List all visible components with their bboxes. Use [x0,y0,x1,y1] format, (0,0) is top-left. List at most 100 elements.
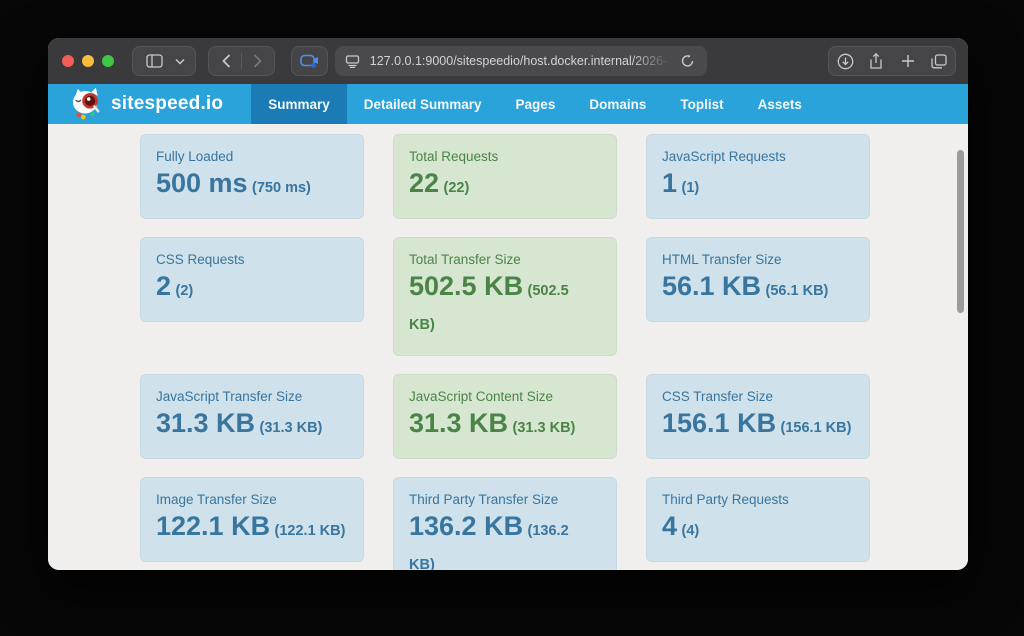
metric-card: Third Party Requests 4 (4) [646,477,870,562]
browser-titlebar: 127.0.0.1:9000/sitespeedio/host.docker.i… [48,38,968,84]
metric-value-primary: 502.5 KB [409,271,523,301]
metric-value-secondary: (1) [681,180,699,196]
metric-value-primary: 156.1 KB [662,408,776,438]
brand[interactable]: sitespeed.io [48,84,237,124]
tab-summary[interactable]: Summary [251,84,347,124]
metric-value: 56.1 KB (56.1 KB) [662,270,854,308]
metric-label: CSS Requests [156,252,348,267]
window-controls [62,55,114,67]
metric-card: JavaScript Transfer Size 31.3 KB (31.3 K… [140,374,364,459]
metric-value: 122.1 KB (122.1 KB) [156,510,348,548]
sitespeed-mascot-icon [68,86,104,122]
reload-icon [681,54,694,68]
url-text: 127.0.0.1:9000/sitespeedio/host.docker.i… [360,54,677,68]
browser-window: 127.0.0.1:9000/sitespeedio/host.docker.i… [48,38,968,570]
metric-value-secondary: (750 ms) [252,180,311,196]
metric-value-secondary: (4) [681,523,699,539]
metric-label: Image Transfer Size [156,492,348,507]
metric-label: Third Party Requests [662,492,854,507]
metric-value: 31.3 KB (31.3 KB) [156,407,348,445]
metric-label: Third Party Transfer Size [409,492,601,507]
metric-cards: Fully Loaded 500 ms (750 ms) Total Reque… [48,124,968,570]
tab-assets[interactable]: Assets [741,84,819,124]
share-icon [869,53,883,70]
metric-value: 1 (1) [662,167,854,205]
new-tab-icon [901,54,915,68]
metric-value-primary: 31.3 KB [409,408,508,438]
tab-domains[interactable]: Domains [572,84,663,124]
metric-value: 136.2 KB (136.2 KB) [409,510,586,570]
forward-button[interactable] [242,47,272,75]
metric-card: Image Transfer Size 122.1 KB (122.1 KB) [140,477,364,562]
new-tab-button[interactable] [893,47,923,75]
tab-group-menu-button[interactable] [171,47,189,75]
downloads-button[interactable] [830,47,860,75]
metric-value: 31.3 KB (31.3 KB) [409,407,601,445]
history-nav-group [208,46,275,76]
metric-value: 502.5 KB (502.5 KB) [409,270,586,342]
metric-card: JavaScript Requests 1 (1) [646,134,870,219]
metric-label: Total Transfer Size [409,252,601,267]
metric-value-primary: 56.1 KB [662,271,761,301]
metric-card: CSS Requests 2 (2) [140,237,364,322]
extension-icon [300,54,319,69]
back-button[interactable] [211,47,241,75]
address-bar[interactable]: 127.0.0.1:9000/sitespeedio/host.docker.i… [335,46,707,76]
metric-card: Total Transfer Size 502.5 KB (502.5 KB) [393,237,617,356]
metric-value: 22 (22) [409,167,601,205]
metric-card: HTML Transfer Size 56.1 KB (56.1 KB) [646,237,870,322]
site-navbar: sitespeed.io SummaryDetailed SummaryPage… [48,84,968,124]
chevron-down-icon [175,58,185,65]
metric-value-secondary: (31.3 KB) [513,420,576,436]
reload-button[interactable] [677,49,697,73]
metric-value: 156.1 KB (156.1 KB) [662,407,854,445]
metric-value-primary: 31.3 KB [156,408,255,438]
metric-value-secondary: (122.1 KB) [275,523,346,539]
sidebar-icon [146,54,163,68]
tabs-overview-icon [931,54,947,69]
minimize-window-button[interactable] [82,55,94,67]
metric-label: HTML Transfer Size [662,252,854,267]
metric-label: Fully Loaded [156,149,348,164]
metric-value: 2 (2) [156,270,348,308]
tabs-overview-button[interactable] [924,47,954,75]
reader-icon [345,55,360,68]
metric-card: Third Party Transfer Size 136.2 KB (136.… [393,477,617,570]
tab-detailed-summary[interactable]: Detailed Summary [347,84,499,124]
metric-value-secondary: (22) [444,180,470,196]
share-button[interactable] [861,47,891,75]
metric-label: JavaScript Requests [662,149,854,164]
metric-card: Fully Loaded 500 ms (750 ms) [140,134,364,219]
vertical-scrollbar[interactable] [957,150,964,313]
sidebar-toggle-group [132,46,196,76]
metric-label: JavaScript Transfer Size [156,389,348,404]
maximize-window-button[interactable] [102,55,114,67]
tab-toplist[interactable]: Toplist [663,84,740,124]
toolbar-right-group [828,46,956,76]
extension-button[interactable] [291,46,328,76]
sidebar-toggle-button[interactable] [139,47,169,75]
metric-value-secondary: (31.3 KB) [260,420,323,436]
metric-card: JavaScript Content Size 31.3 KB (31.3 KB… [393,374,617,459]
metric-value-secondary: (156.1 KB) [781,420,852,436]
download-icon [837,53,854,70]
metric-value-primary: 136.2 KB [409,511,523,541]
url-fade [631,54,677,68]
close-window-button[interactable] [62,55,74,67]
summary-content: Fully Loaded 500 ms (750 ms) Total Reque… [48,124,968,570]
metric-value-primary: 1 [662,168,677,198]
brand-name: sitespeed.io [111,93,223,115]
nav-tabs: SummaryDetailed SummaryPagesDomainsTopli… [251,84,819,124]
metric-value-primary: 122.1 KB [156,511,270,541]
metric-value-primary: 4 [662,511,677,541]
metric-label: JavaScript Content Size [409,389,601,404]
metric-value-secondary: (2) [175,283,193,299]
metric-value-primary: 500 ms [156,168,248,198]
metric-value-primary: 2 [156,271,171,301]
metric-label: Total Requests [409,149,601,164]
metric-label: CSS Transfer Size [662,389,854,404]
back-icon [222,54,231,68]
tab-pages[interactable]: Pages [499,84,573,124]
metric-value-primary: 22 [409,168,439,198]
metric-value: 4 (4) [662,510,854,548]
